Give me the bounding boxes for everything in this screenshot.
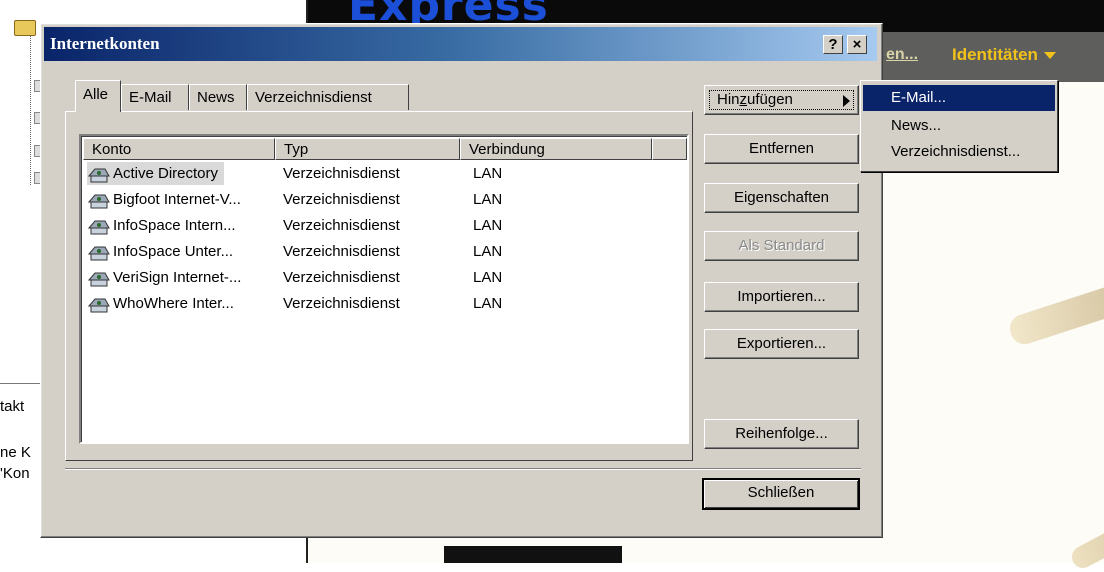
tab-all[interactable]: Alle [75,80,121,112]
account-type: Verzeichnisdienst [283,165,400,182]
column-header-type[interactable]: Typ [275,138,460,160]
add-label-mnemonic: z [739,91,748,108]
caret-down-icon [1043,52,1056,60]
account-name: InfoSpace Unter... [113,243,234,260]
tab-email[interactable]: E-Mail [121,84,189,110]
account-name: InfoSpace Intern... [113,217,236,234]
account-type: Verzeichnisdienst [283,217,400,234]
add-label-end: ufügen [747,91,793,108]
account-connection: LAN [473,165,503,182]
account-connection: LAN [473,217,503,234]
add-button-label: Hinzufügen [717,86,793,113]
folder-icon [14,20,36,36]
contacts-text-line: ne K [0,444,31,461]
tree-connector [30,35,32,185]
dialog-titlebar[interactable]: Internetkonten ? × [44,27,877,61]
properties-button[interactable]: Eigenschaften [704,183,859,213]
directory-service-icon [87,168,110,183]
account-name: WhoWhere Inter... [113,295,234,312]
menu-item-directory-service[interactable]: Verzeichnisdienst... [863,139,1055,165]
menu-item-email[interactable]: E-Mail... [863,85,1055,111]
submenu-arrow-icon [843,95,850,107]
accounts-list[interactable]: Konto Typ Verbindung Active Directory Ve… [79,134,689,444]
account-connection: LAN [473,295,503,312]
column-header-filler [652,138,687,160]
account-cell: VeriSign Internet-... [87,266,247,289]
close-button[interactable]: Schließen [702,478,860,510]
account-type: Verzeichnisdienst [283,295,400,312]
account-cell: WhoWhere Inter... [87,292,240,315]
pen-decoration [1006,282,1104,348]
table-row[interactable]: InfoSpace Intern... Verzeichnisdienst LA… [85,214,685,237]
menu-item-news[interactable]: News... [863,113,1055,139]
account-type: Verzeichnisdienst [283,243,400,260]
separator [65,468,861,470]
account-cell: Active Directory [87,162,225,185]
internet-accounts-dialog: Internetkonten ? × Alle E-Mail News Verz… [40,23,883,538]
bottom-bar [444,546,622,563]
account-type: Verzeichnisdienst [283,191,400,208]
identities-menu[interactable]: Identitäten [952,45,1056,65]
column-header-connection[interactable]: Verbindung [460,138,652,160]
remove-button[interactable]: Entfernen [704,134,859,164]
contacts-text-line: 'Kon [0,465,30,482]
add-submenu: E-Mail... News... Verzeichnisdienst... [860,80,1058,172]
set-default-button[interactable]: Als Standard [704,231,859,261]
tab-directory-service[interactable]: Verzeichnisdienst [247,84,409,110]
account-name: Active Directory [113,165,219,182]
account-cell: InfoSpace Unter... [87,240,239,263]
order-button[interactable]: Reihenfolge... [704,419,859,449]
table-row[interactable]: InfoSpace Unter... Verzeichnisdienst LAN [85,240,685,263]
directory-service-icon [87,246,110,261]
table-row[interactable]: WhoWhere Inter... Verzeichnisdienst LAN [85,292,685,315]
account-cell: Bigfoot Internet-V... [87,188,247,211]
dialog-title: Internetkonten [50,34,160,53]
add-label-start: Hin [717,91,740,108]
account-connection: LAN [473,269,503,286]
table-row[interactable]: Active Directory Verzeichnisdienst LAN [85,162,685,185]
banner-menu-link[interactable]: en... [886,46,918,64]
account-name: VeriSign Internet-... [113,269,242,286]
account-connection: LAN [473,243,503,260]
table-row[interactable]: Bigfoot Internet-V... Verzeichnisdienst … [85,188,685,211]
contacts-label: takt [0,398,25,415]
account-name: Bigfoot Internet-V... [113,191,241,208]
directory-service-icon [87,298,110,313]
account-type: Verzeichnisdienst [283,269,400,286]
export-button[interactable]: Exportieren... [704,329,859,359]
add-button[interactable]: Hinzufügen [704,85,859,115]
column-header-account[interactable]: Konto [83,138,275,160]
close-icon[interactable]: × [847,35,867,54]
account-cell: InfoSpace Intern... [87,214,242,237]
help-button[interactable]: ? [823,35,843,54]
tab-news[interactable]: News [189,84,247,110]
list-header: Konto Typ Verbindung [83,138,687,160]
import-button[interactable]: Importieren... [704,282,859,312]
account-connection: LAN [473,191,503,208]
identities-label: Identitäten [952,45,1038,64]
directory-service-icon [87,220,110,235]
table-row[interactable]: VeriSign Internet-... Verzeichnisdienst … [85,266,685,289]
directory-service-icon [87,194,110,209]
directory-service-icon [87,272,110,287]
